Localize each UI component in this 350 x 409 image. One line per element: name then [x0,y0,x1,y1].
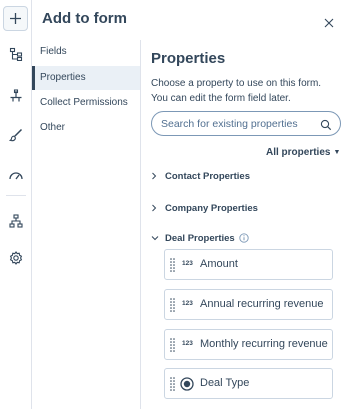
add-button[interactable] [3,6,28,31]
settings-icon [9,251,23,265]
number-type-icon: 123 [182,260,193,267]
chevron-right-icon [151,172,165,180]
icon-rail [0,0,32,409]
search-input[interactable] [161,115,311,133]
properties-description: Choose a property to use on this form. Y… [151,78,322,104]
number-type-icon: 123 [182,340,193,347]
tree-structure-icon [9,47,23,61]
nav-item-collect-permissions[interactable]: Collect Permissions [32,91,140,115]
all-properties-dropdown[interactable]: All properties ▼ [266,147,340,158]
property-card-deal-type[interactable]: Deal Type [164,368,333,399]
section-label: Contact Properties [165,170,250,182]
brush-button[interactable] [4,123,28,147]
panel-header-title: Add to form [42,10,127,27]
properties-title: Properties [151,50,226,67]
caret-down-icon: ▼ [333,149,341,156]
tree-structure-button[interactable] [4,42,28,66]
add-to-form-nav: Fields Properties Collect Permissions Ot… [32,40,141,409]
section-deal-properties[interactable]: Deal Properties [151,230,249,246]
property-search [151,111,341,136]
search-icon[interactable] [320,118,332,136]
adjust-icon [10,89,22,102]
property-label: Amount [200,258,238,270]
settings-button[interactable] [4,246,28,270]
section-label: Deal Properties [165,232,235,244]
section-company-properties[interactable]: Company Properties [151,200,258,216]
hierarchy-button[interactable] [4,209,28,233]
section-contact-properties[interactable]: Contact Properties [151,168,250,184]
section-label: Company Properties [165,202,258,214]
plus-icon [10,13,21,24]
filter-label: All properties [266,147,331,158]
radio-type-icon [180,377,194,396]
brush-icon [9,128,23,142]
chevron-right-icon [151,204,165,212]
info-icon[interactable] [239,233,249,243]
property-label: Annual recurring revenue [200,298,324,310]
property-label: Deal Type [200,377,250,389]
number-type-icon: 123 [182,300,193,307]
property-card-annual-recurring-revenue[interactable]: 123 Annual recurring revenue [164,289,333,320]
adjust-button[interactable] [4,84,28,108]
close-button[interactable] [322,16,336,30]
gauge-button[interactable] [4,163,28,187]
property-card-monthly-recurring-revenue[interactable]: 123 Monthly recurring revenue [164,329,333,360]
nav-item-fields[interactable]: Fields [32,40,140,64]
drag-handle-icon[interactable] [170,377,175,396]
rail-divider [6,195,26,196]
drag-handle-icon[interactable] [170,298,175,317]
drag-handle-icon[interactable] [170,258,175,277]
nav-item-properties[interactable]: Properties [32,66,140,90]
property-card-amount[interactable]: 123 Amount [164,249,333,280]
gauge-icon [9,172,23,180]
chevron-down-icon [151,235,165,241]
hierarchy-icon [9,214,23,228]
close-icon [324,18,334,28]
property-label: Monthly recurring revenue [200,338,328,350]
nav-item-other[interactable]: Other [32,116,140,140]
drag-handle-icon[interactable] [170,338,175,357]
